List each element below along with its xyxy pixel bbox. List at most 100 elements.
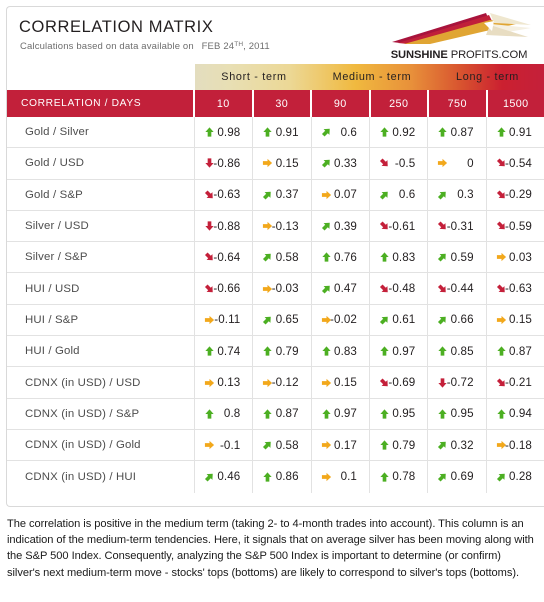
correlation-cell: -0.21 [487,367,544,397]
correlation-cell: -0.48 [370,273,429,304]
correlation-value: -0.61 [388,219,416,233]
trend-arrow-flat-icon [204,315,215,325]
correlation-value: 0.17 [334,438,357,452]
correlation-cell: -0.13 [253,210,312,242]
correlation-cell: 0.15 [312,367,370,398]
table-row: Gold / USD -0.86 0.15 0.33 -0.5 0 -0.54 [7,148,544,180]
correlation-value: 0.37 [275,188,299,202]
correlation-value: 0.15 [334,376,357,390]
correlation-value: 0.66 [450,313,474,327]
trend-arrow-up_diag-icon [263,191,272,200]
table-row: HUI / USD -0.66 -0.03 0.47 -0.48 -0.44 -0.63 [7,273,544,305]
correlation-value: 0.85 [450,344,474,358]
correlation-cell: 0.83 [312,336,370,367]
logo-brand-rest: PROFITS.COM [447,49,528,61]
correlation-cell: 0.28 [487,461,544,492]
card-header: CORRELATION MATRIX Calculations based on… [7,7,544,64]
correlation-value: -0.63 [213,188,241,202]
column-header-1500[interactable]: 1500 [488,90,544,117]
trend-arrow-up_diag-icon [438,191,447,200]
correlation-cell: -0.12 [253,367,312,398]
correlation-cell: 0.39 [312,210,370,242]
correlation-value: 0.07 [334,188,357,202]
trend-arrow-up_diag-icon [438,316,447,325]
term-band-spacer [7,64,195,90]
correlation-value: 0.32 [450,438,474,452]
column-header-250[interactable]: 250 [371,90,429,117]
calculation-date-prefix: Calculations based on data available on [20,41,194,52]
column-header-30[interactable]: 30 [254,90,312,117]
trend-arrow-down_diag-icon [438,284,447,292]
correlation-value: -0.66 [213,282,241,296]
trend-arrow-down_diag-icon [379,377,388,386]
trend-arrow-up-icon [380,252,389,262]
column-header-10[interactable]: 10 [195,90,254,117]
correlation-value: 0.87 [509,344,532,358]
correlation-value: 0.47 [334,282,357,296]
trend-arrow-flat-icon [321,378,331,387]
correlation-cell: 0.97 [370,336,429,367]
correlation-value: -0.18 [505,438,532,452]
correlation-cell: -0.59 [487,211,544,241]
correlation-cell: 0.95 [370,398,429,429]
correlation-cell: -0.03 [253,273,312,304]
matrix-card: CORRELATION MATRIX Calculations based on… [6,6,544,507]
correlation-cell: 0.1 [312,461,370,493]
trend-arrow-up-icon [380,127,389,137]
correlation-cell: 0.15 [253,148,312,179]
correlation-cell: -0.54 [487,148,544,178]
correlation-value: 0.59 [450,250,474,264]
correlation-cell: 0.83 [370,242,429,273]
correlation-value: -0.21 [505,376,532,390]
column-header-750[interactable]: 750 [429,90,488,117]
trend-arrow-up_diag-icon [263,441,272,450]
trend-arrow-up-icon [380,472,389,482]
correlation-cell: 0.58 [253,242,312,273]
correlation-cell: -0.61 [370,210,429,242]
trend-arrow-flat-icon [496,440,506,450]
trend-arrow-down_diag-icon [379,158,388,167]
trend-arrow-up_diag-icon [204,473,213,482]
correlation-cell: 0.37 [253,179,312,210]
trend-arrow-down-icon [205,158,214,169]
correlation-value: -0.12 [271,376,299,390]
trend-arrow-up-icon [263,409,272,419]
trend-arrow-up-icon [263,127,272,137]
term-band-short: Short - term [221,71,287,83]
table-row: CDNX (in USD) / HUI 0.46 0.86 0.1 0.78 0.69 0.… [7,461,544,493]
correlation-value: 0.6 [340,125,357,139]
trend-arrow-down_diag-icon [496,190,505,198]
trend-arrow-down_diag-icon [379,284,388,292]
calculation-date-year: , 2011 [243,41,270,52]
correlation-value: 0.58 [275,438,299,452]
trend-arrow-flat-icon [496,315,506,325]
trend-arrow-down_diag-icon [496,158,505,167]
trend-arrow-up-icon [438,346,447,356]
row-label: Gold / USD [7,148,195,179]
correlation-value: 0.69 [450,470,474,484]
correlation-cell: 0.6 [370,179,429,210]
correlation-value: 0.91 [509,125,532,139]
correlation-value: -0.69 [388,376,416,390]
correlation-cell: 0.47 [312,273,370,304]
trend-arrow-down_diag-icon [496,377,505,386]
trend-arrow-flat-icon [204,378,215,387]
correlation-cell: -0.31 [428,210,487,242]
table-row: Silver / S&P -0.64 0.58 0.76 0.83 0.59 0.03 [7,242,544,274]
correlation-value: -0.54 [505,156,532,170]
correlation-value: -0.72 [446,376,474,390]
trend-arrow-up-icon [380,440,389,450]
correlation-value: 0 [467,156,474,170]
correlation-value: 0.6 [398,188,416,202]
trend-arrow-flat-icon [321,472,331,482]
column-header-90[interactable]: 90 [312,90,371,117]
correlation-cell: -0.1 [195,429,254,461]
row-label: CDNX (in USD) / USD [7,367,195,398]
correlation-cell: 0.66 [428,304,487,336]
correlation-table: Short - term Medium - term Long - term C… [7,64,544,493]
trend-arrow-up_diag-icon [321,128,330,137]
correlation-cell: -0.02 [312,304,370,336]
correlation-cell: 0.76 [312,242,370,273]
correlation-value: 0.98 [217,125,241,139]
correlation-value: 0.83 [392,250,416,264]
